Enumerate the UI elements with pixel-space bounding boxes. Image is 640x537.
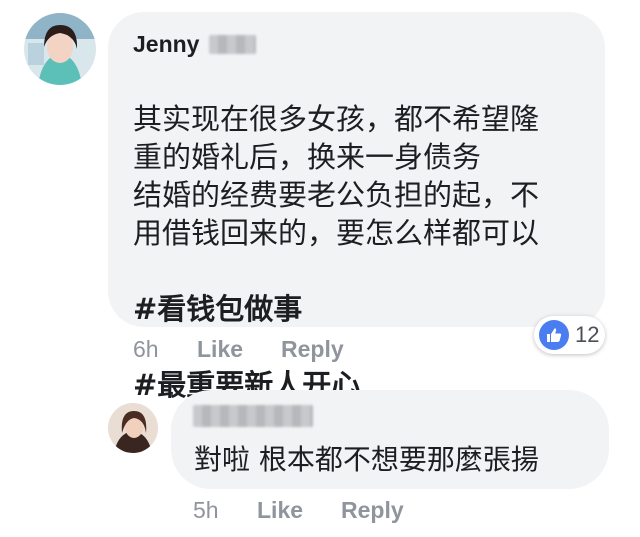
commenter-avatar[interactable] xyxy=(24,13,96,85)
comment-body: 其实现在很多女孩，都不希望隆 重的婚礼后，换来一身债务 结婚的经费要老公负担的起… xyxy=(133,102,540,250)
blurred-replier-name xyxy=(193,405,313,427)
replier-avatar[interactable] xyxy=(108,403,158,453)
hashtag-link[interactable]: #看钱包做事 xyxy=(133,290,539,328)
reaction-count: 12 xyxy=(575,322,600,347)
like-button[interactable]: Like xyxy=(197,336,243,363)
blurred-author-surname xyxy=(209,35,256,54)
reply-button[interactable]: Reply xyxy=(341,497,404,524)
reply-bubble: 對啦 根本都不想要那麼張揚 xyxy=(171,390,609,489)
thumbs-up-icon xyxy=(539,320,569,350)
comment-timestamp[interactable]: 6h xyxy=(133,336,159,363)
comment-text: 其实现在很多女孩，都不希望隆 重的婚礼后，换来一身债务 结婚的经费要老公负担的起… xyxy=(133,62,539,442)
reply-actions: 5h Like Reply xyxy=(193,497,453,525)
reply-button[interactable]: Reply xyxy=(281,336,344,363)
reaction-summary[interactable]: 12 xyxy=(534,316,605,354)
comment-bubble: Jenny 其实现在很多女孩，都不希望隆 重的婚礼后，换来一身债务 结婚的经费要… xyxy=(108,12,605,402)
reply-timestamp[interactable]: 5h xyxy=(193,497,219,524)
reply-text: 對啦 根本都不想要那麼張揚 xyxy=(194,443,539,476)
comment-actions: 6h Like Reply xyxy=(133,336,393,364)
comment-author-name[interactable]: Jenny xyxy=(133,31,199,58)
like-button[interactable]: Like xyxy=(257,497,303,524)
